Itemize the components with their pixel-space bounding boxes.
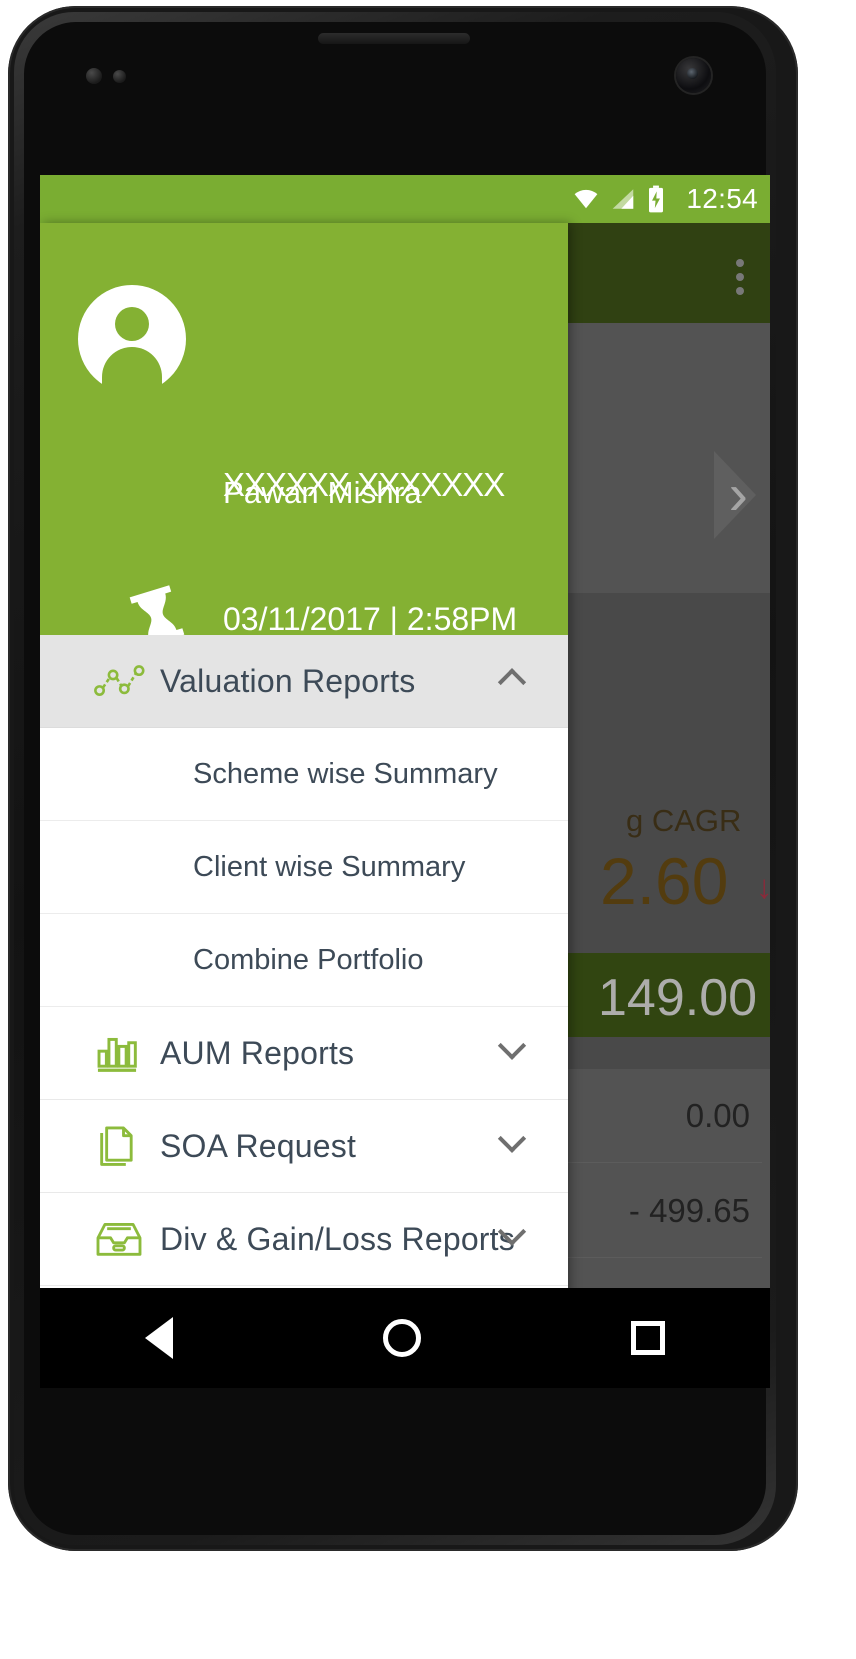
documents-icon	[94, 1120, 160, 1172]
back-triangle-icon[interactable]	[145, 1317, 173, 1359]
bar-chart-icon	[94, 1027, 160, 1079]
chevron-down-icon[interactable]	[497, 1217, 528, 1252]
wifi-icon	[575, 189, 598, 209]
battery-charging-icon	[649, 185, 664, 213]
android-navigation-bar	[40, 1288, 770, 1388]
sensor-dot-right	[113, 70, 126, 83]
chevron-up-icon[interactable]	[497, 668, 528, 697]
status-bar-clock: 12:54	[686, 183, 758, 214]
menu-item-aum-reports[interactable]: AUM Reports	[40, 1007, 568, 1100]
signal-icon	[613, 189, 634, 209]
last-updated-datetime: 03/11/2017 | 2:58PM	[223, 601, 518, 637]
submenu-item-label: Scheme wise Summary	[193, 757, 498, 790]
home-circle-icon[interactable]	[383, 1319, 421, 1357]
inbox-tray-icon	[94, 1213, 160, 1265]
submenu-item-scheme-wise-summary[interactable]: Scheme wise Summary	[40, 728, 568, 821]
chevron-down-icon[interactable]	[497, 1124, 528, 1159]
recents-square-icon[interactable]	[631, 1321, 665, 1355]
menu-item-label: Valuation Reports	[160, 662, 416, 699]
account-circle-icon[interactable]	[78, 285, 186, 395]
menu-item-label: AUM Reports	[160, 1034, 355, 1071]
menu-item-label: Div & Gain/Loss Reports	[160, 1220, 515, 1257]
chevron-down-icon[interactable]	[497, 1031, 528, 1066]
menu-item-soa-request[interactable]: SOA Request	[40, 1100, 568, 1193]
submenu-item-label: Combine Portfolio	[193, 943, 424, 976]
phone-screen: › g CAGR 2.60 ↓ 149.00 ₹ 0.00 - 499.65 -…	[40, 175, 770, 1388]
menu-item-div-gain-loss-reports[interactable]: Div & Gain/Loss Reports	[40, 1193, 568, 1286]
menu-item-valuation-reports[interactable]: Valuation Reports	[40, 635, 568, 728]
user-name-redaction-overlay: XXXXXX XXXXXXX	[223, 466, 505, 503]
menu-item-label: SOA Request	[160, 1127, 357, 1164]
earpiece-speaker	[318, 33, 470, 44]
drawer-header: Pawan Mishra XXXXXX XXXXXXX 03/11/2017 |…	[40, 223, 568, 647]
sensor-dot-left	[86, 68, 102, 84]
submenu-item-client-wise-summary[interactable]: Client wise Summary	[40, 821, 568, 914]
front-camera-icon	[676, 58, 711, 93]
status-bar: 12:54	[40, 175, 770, 223]
user-name-block: Pawan Mishra XXXXXX XXXXXXX	[223, 466, 543, 519]
submenu-item-label: Client wise Summary	[193, 850, 466, 883]
phone-mockup: › g CAGR 2.60 ↓ 149.00 ₹ 0.00 - 499.65 -…	[0, 0, 856, 1659]
submenu-item-combine-portfolio[interactable]: Combine Portfolio	[40, 914, 568, 1007]
navigation-drawer: Pawan Mishra XXXXXX XXXXXXX 03/11/2017 |…	[40, 223, 568, 1388]
line-chart-icon	[94, 655, 160, 707]
drawer-menu: Valuation Reports Scheme wise Summary Cl…	[40, 635, 568, 1388]
